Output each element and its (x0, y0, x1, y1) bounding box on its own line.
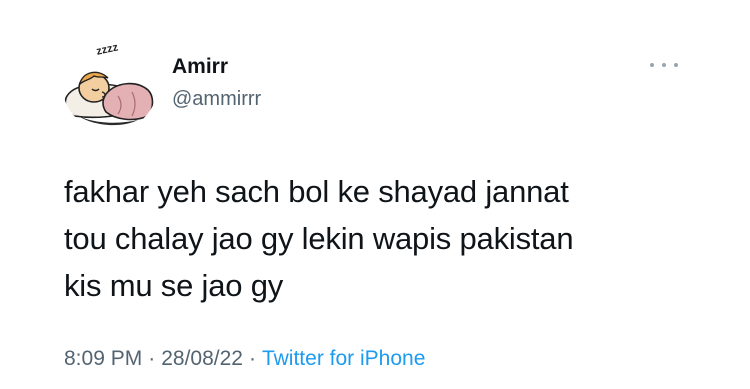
tweet-meta: 8:09 PM · 28/08/22 · Twitter for iPhone (64, 346, 425, 372)
meta-separator: · (248, 347, 256, 370)
tweet-card: zzzz Amirr @ammirrr fakhar yeh sach bol … (0, 0, 750, 389)
more-dot (650, 63, 654, 67)
tweet-date[interactable]: 28/08/22 (161, 347, 243, 370)
more-dot (662, 63, 666, 67)
display-name[interactable]: Amirr (172, 54, 261, 80)
tweet-text-line: fakhar yeh sach bol ke shayad jannat (64, 174, 569, 209)
tweet-text-line: kis mu se jao gy (64, 268, 284, 303)
tweet-text-line: tou chalay jao gy lekin wapis pakistan (64, 221, 574, 256)
tweet-source-link[interactable]: Twitter for iPhone (262, 347, 425, 370)
avatar[interactable]: zzzz (62, 36, 158, 132)
user-block: Amirr @ammirrr (172, 54, 261, 112)
tweet-time[interactable]: 8:09 PM (64, 347, 142, 370)
more-dot (674, 63, 678, 67)
sleeping-cartoon-avatar-icon: zzzz (64, 41, 154, 126)
tweet-text: fakhar yeh sach bol ke shayad jannat tou… (64, 168, 704, 309)
user-handle[interactable]: @ammirrr (172, 86, 261, 112)
avatar-sleep-text: zzzz (95, 41, 120, 57)
meta-separator: · (148, 347, 156, 370)
more-options-icon[interactable] (650, 58, 678, 72)
